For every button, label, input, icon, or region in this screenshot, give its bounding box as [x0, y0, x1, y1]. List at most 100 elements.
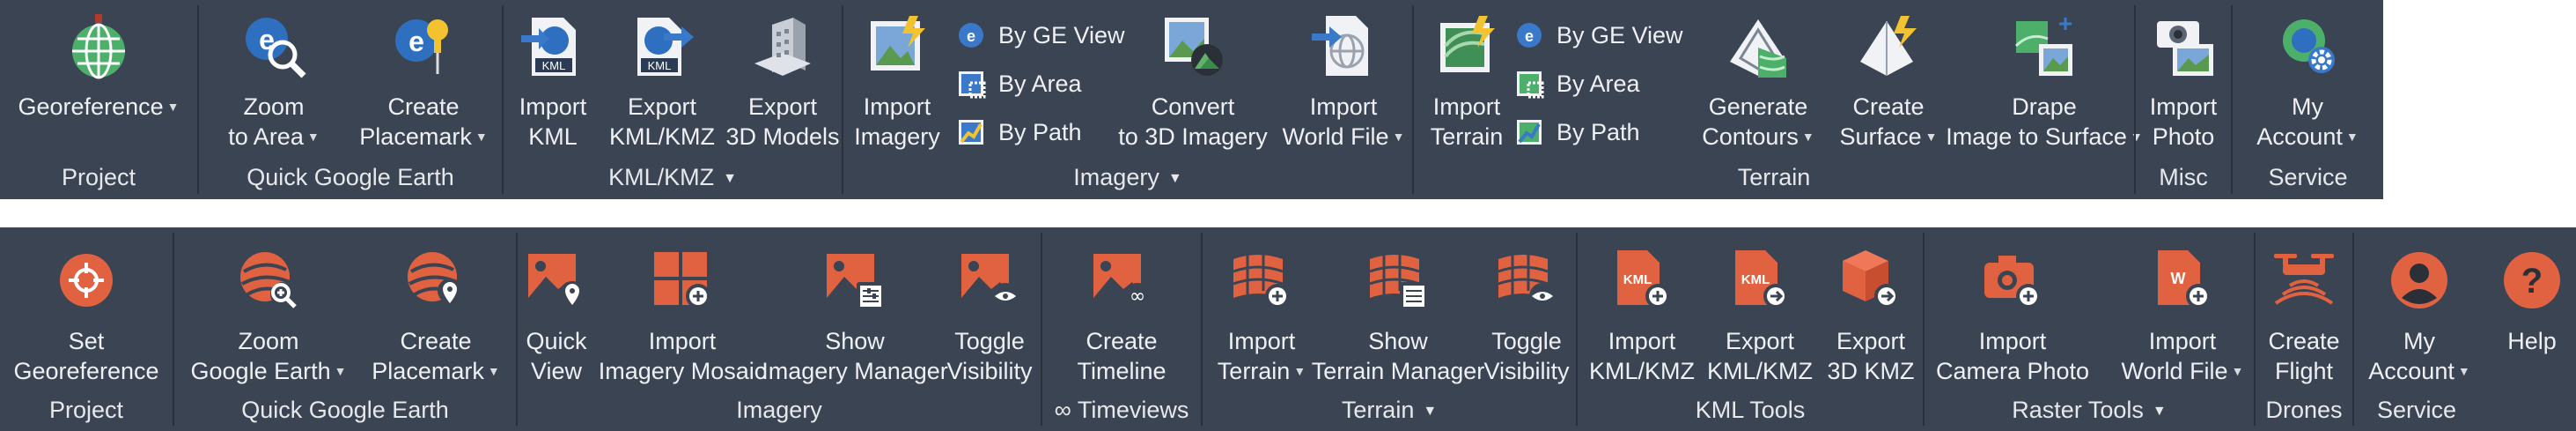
export-kml-kmz-button[interactable]: KML Export KML/KMZ: [600, 12, 724, 152]
import-terrain-icon: [1433, 12, 1500, 79]
import-camera-photo-button[interactable]: Import Camera Photo: [1932, 247, 2094, 386]
imagery-by-path-button[interactable]: By Path: [956, 115, 1082, 150]
by-area-label: By Area: [998, 70, 1082, 97]
kml-import-icon: KML: [519, 12, 586, 79]
my-account-button-bottom[interactable]: My Account ▼: [2354, 247, 2484, 386]
timeline-icon: ∞: [1088, 247, 1155, 314]
create-timeline-button[interactable]: ∞ Create Timeline: [1051, 247, 1192, 386]
toggle-visibility-imagery-button[interactable]: Toggle Visibility: [942, 247, 1037, 386]
quick-view-button[interactable]: Quick View: [519, 247, 593, 386]
my-account-button-top[interactable]: My Account ▼: [2241, 12, 2374, 152]
svg-text:KML: KML: [542, 59, 566, 72]
import-world-file-button-top[interactable]: Import World File ▼: [1278, 12, 1409, 152]
group-label-misc: Misc: [2159, 164, 2208, 190]
convert-to-3d-imagery-label: Convert to 3D Imagery: [1118, 93, 1268, 150]
import-terrain-button-bottom[interactable]: Import Terrain ▼: [1208, 247, 1315, 386]
world-file-icon: [1310, 12, 1377, 79]
group-terrain-bottom: Import Terrain ▼ Show Terrain Manager Toggl…: [1203, 227, 1576, 431]
import-terrain-button-top[interactable]: Import Terrain: [1421, 12, 1512, 152]
svg-text:+: +: [2058, 12, 2072, 37]
show-terrain-manager-button[interactable]: Show Terrain Manager: [1312, 247, 1484, 386]
create-placemark-button-top[interactable]: e Create Placemark ▼: [349, 12, 498, 152]
group-label-quick-google-earth: Quick Google Earth: [247, 164, 454, 190]
group-drones: Create Flight Drones: [2256, 227, 2352, 431]
group-label-imagery-top[interactable]: Imagery ▼: [843, 164, 1412, 191]
group-label-raster-tools[interactable]: Raster Tools ▼: [1925, 397, 2254, 424]
import-kml-kmz-button[interactable]: KML Import KML/KMZ: [1585, 247, 1699, 386]
import-camera-photo-label: Import Camera Photo: [1935, 328, 2090, 384]
kml-arrow-icon: KML: [1726, 247, 1793, 314]
import-imagery-mosaic-button[interactable]: Import Imagery Mosaic: [599, 247, 766, 386]
import-imagery-button[interactable]: Import Imagery: [849, 12, 946, 152]
group-label-kml-kmz[interactable]: KML/KMZ ▼: [504, 164, 842, 191]
create-flight-button[interactable]: Create Flight: [2256, 247, 2352, 386]
camera-photo-icon: [2150, 12, 2217, 79]
toggle-visibility-terrain-button[interactable]: Toggle Visibility: [1479, 247, 1574, 386]
generate-contours-button[interactable]: Generate Contours ▼: [1697, 12, 1819, 152]
group-label-kml-tools: KML Tools: [1695, 397, 1806, 423]
export-3d-kmz-button[interactable]: Export 3D KMZ: [1822, 247, 1919, 386]
group-label-project: Project: [61, 164, 136, 190]
image-pin-icon: [523, 247, 590, 314]
set-georeference-button[interactable]: Set Georeference: [4, 247, 169, 386]
convert-to-3d-imagery-button[interactable]: Convert to 3D Imagery: [1118, 12, 1268, 152]
svg-text:KML: KML: [1623, 272, 1652, 287]
import-world-file-label-bottom: Import World File ▼: [2121, 328, 2244, 384]
georeference-label: Georeference: [18, 93, 164, 120]
ge-view-icon: e: [1517, 23, 1542, 48]
export-kml-kmz-label: Export KML/KMZ: [608, 93, 715, 150]
account-gear-icon: [2274, 12, 2341, 79]
import-kml-button[interactable]: KML Import KML: [507, 12, 599, 152]
create-placemark-button-bottom[interactable]: Create Placemark ▼: [359, 247, 512, 386]
export-3d-models-button[interactable]: Export 3D Models: [725, 12, 840, 152]
placemark-earth-icon: [402, 247, 469, 314]
group-project-top: Georeference ▼ Project: [0, 0, 197, 199]
imagery-by-ge-view-button[interactable]: e By GE View: [956, 18, 1125, 53]
ribbon-bottom: Set Georeference Project Zoom Google Earth…: [0, 227, 2576, 431]
group-label-terrain-bottom[interactable]: Terrain ▼: [1203, 397, 1576, 424]
target-icon: [53, 247, 120, 314]
imagery-by-area-button[interactable]: By Area: [956, 66, 1082, 101]
svg-text:KML: KML: [1741, 272, 1770, 287]
georeference-button[interactable]: Georeference ▼: [0, 12, 197, 122]
import-world-file-button-bottom[interactable]: W Import World File ▼: [2116, 247, 2248, 386]
group-label-timeviews: ∞ Timeviews: [1054, 397, 1189, 423]
import-imagery-label: Import Imagery: [854, 93, 940, 150]
create-placemark-label-bottom: Create Placemark ▼: [372, 328, 500, 384]
group-label-imagery-bottom: Imagery: [736, 397, 822, 423]
imagery-manager-icon: [821, 247, 888, 314]
import-kml-label: Import KML: [519, 93, 587, 150]
drape-image-to-surface-button[interactable]: + Drape Image to Surface ▼: [1946, 12, 2142, 152]
group-imagery-bottom: Quick View Import Imagery Mosaic Show Image…: [518, 227, 1041, 431]
group-label-terrain-top: Terrain: [1737, 164, 1811, 190]
surface-icon: [1855, 12, 1922, 79]
group-service-bottom: My Account ▼ ? Help Service: [2354, 227, 2576, 431]
drape-image-icon: +: [2011, 12, 2078, 79]
zoom-to-area-button[interactable]: e Zoom to Area ▼: [208, 12, 340, 152]
quick-view-label: Quick View: [526, 328, 587, 384]
export-3d-kmz-label: Export 3D KMZ: [1827, 328, 1915, 384]
import-photo-button[interactable]: Import Photo: [2136, 12, 2231, 152]
group-kml-kmz: KML Import KML KML Export KML/KMZ Export 3D…: [504, 0, 842, 199]
area-icon: [959, 71, 986, 99]
create-surface-button[interactable]: Create Surface ▼: [1831, 12, 1946, 152]
terrain-by-ge-view-button[interactable]: e By GE View: [1514, 18, 1683, 53]
show-imagery-manager-button[interactable]: Show Imagery Manager: [762, 247, 948, 386]
terrain-by-area-button[interactable]: By Area: [1514, 66, 1640, 101]
group-label-project-bottom: Project: [48, 397, 124, 423]
import-imagery-icon: [864, 12, 931, 79]
group-label-service-top: Service: [2268, 164, 2348, 190]
group-project-bottom: Set Georeference Project: [0, 227, 173, 431]
zoom-google-earth-button[interactable]: Zoom Google Earth ▼: [185, 247, 352, 386]
by-ge-view-label: By GE View: [998, 21, 1125, 48]
cube-arrow-icon: [1837, 247, 1904, 314]
group-raster-tools: Import Camera Photo W Import World File ▼ R…: [1925, 227, 2254, 431]
help-button[interactable]: ? Help: [2488, 247, 2576, 356]
export-kml-kmz-bottom-button[interactable]: KML Export KML/KMZ: [1703, 247, 1817, 386]
drone-icon: [2271, 247, 2337, 314]
import-kml-kmz-label: Import KML/KMZ: [1588, 328, 1695, 384]
globe-grid-icon: [65, 12, 132, 79]
group-label-quick-google-earth-bottom: Quick Google Earth: [241, 397, 449, 423]
svg-text:KML: KML: [648, 59, 672, 72]
terrain-by-path-button[interactable]: By Path: [1514, 115, 1640, 150]
